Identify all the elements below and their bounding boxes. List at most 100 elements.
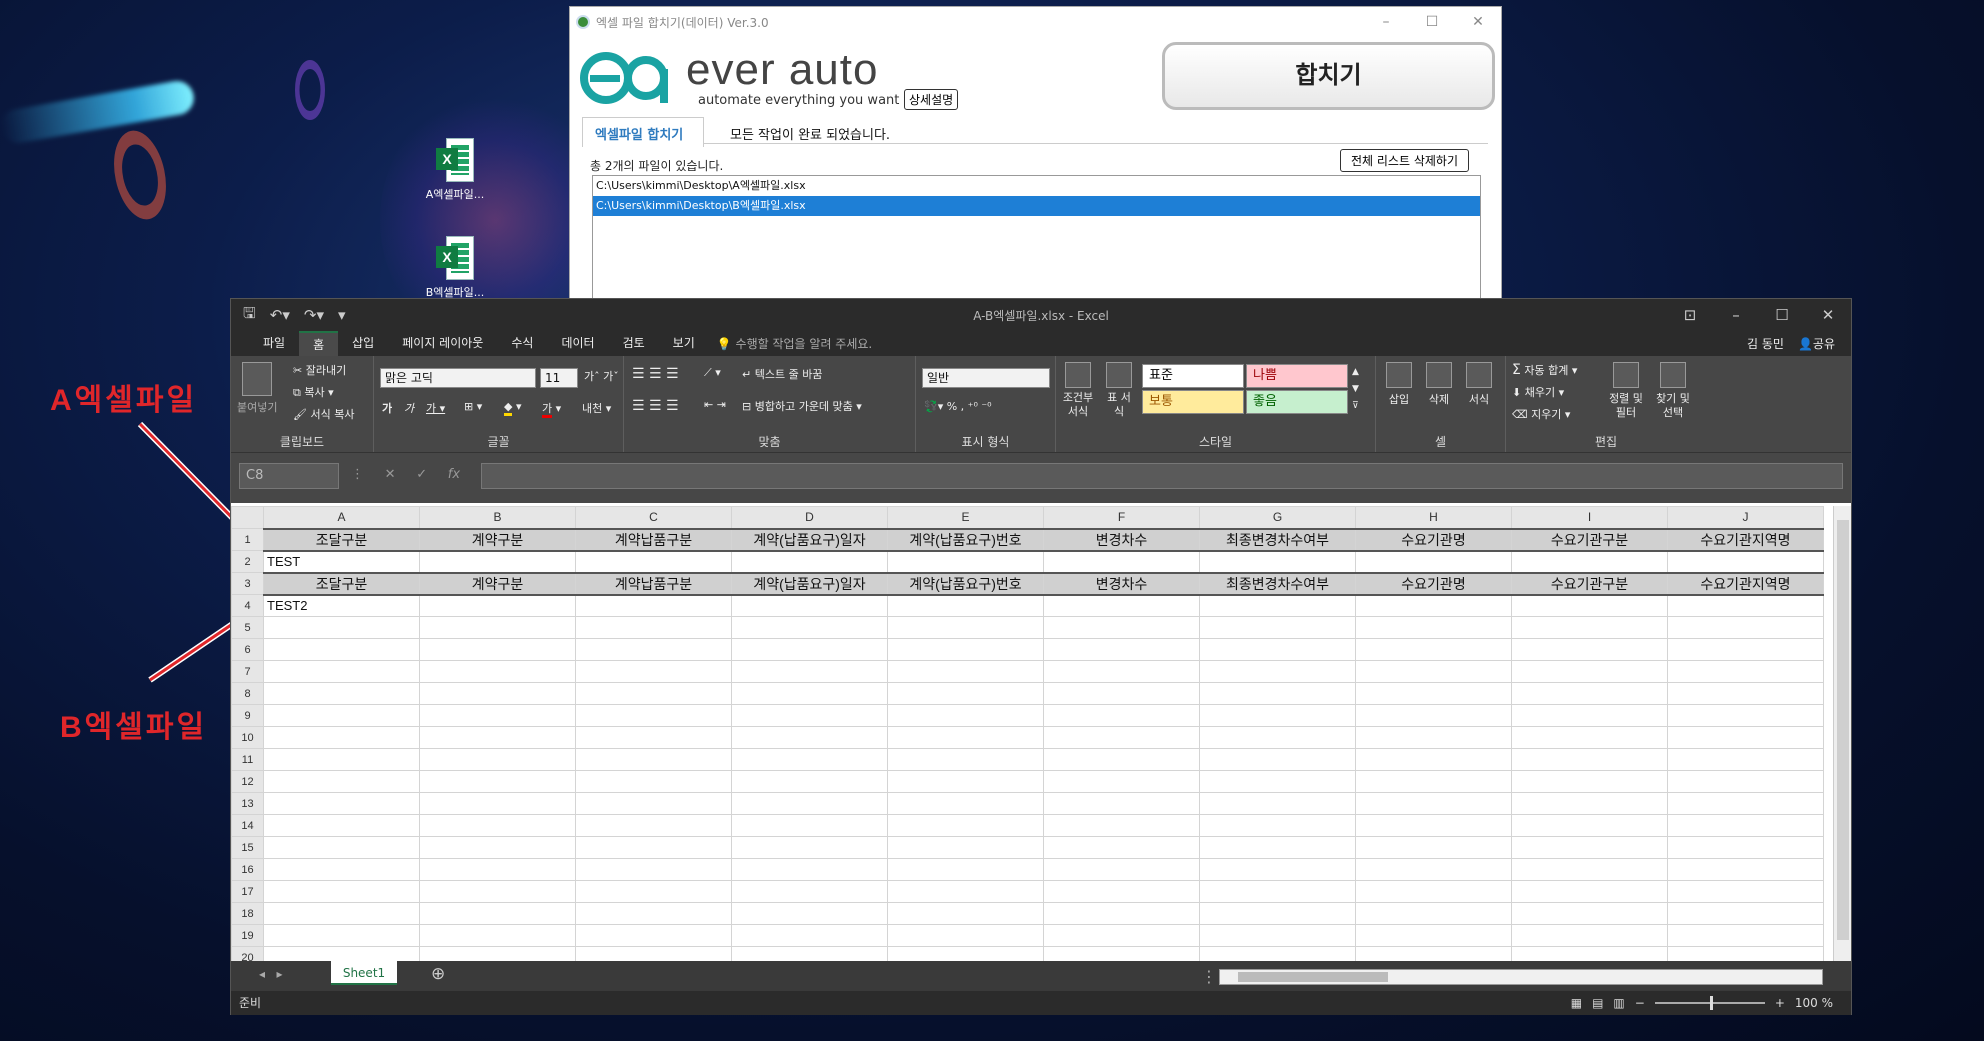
cell[interactable] <box>1043 616 1200 639</box>
cell[interactable] <box>1043 814 1200 837</box>
maximize-icon[interactable]: ☐ <box>1759 306 1805 324</box>
column-header[interactable]: F <box>1043 506 1200 529</box>
minimize-icon[interactable]: – <box>1713 306 1759 324</box>
cell[interactable] <box>575 770 732 793</box>
cell[interactable] <box>1355 814 1512 837</box>
cell[interactable] <box>731 814 888 837</box>
row-header[interactable]: 10 <box>231 726 264 749</box>
cell[interactable] <box>263 770 420 793</box>
cell[interactable] <box>263 616 420 639</box>
row-header[interactable]: 12 <box>231 770 264 793</box>
tab-formulas[interactable]: 수식 <box>497 331 547 356</box>
vertical-scrollbar[interactable] <box>1833 506 1851 961</box>
header-cell[interactable]: 수요기관구분 <box>1511 527 1668 552</box>
tab-data[interactable]: 데이터 <box>547 331 608 356</box>
cell[interactable] <box>731 946 888 961</box>
cell[interactable] <box>263 814 420 837</box>
autosum-button[interactable]: Σ 자동 합계 ▾ <box>1512 362 1577 378</box>
horizontal-align-icons[interactable]: ☰ ☰ ☰ <box>632 398 679 414</box>
cell[interactable] <box>1667 836 1824 859</box>
border-icon[interactable]: ⊞ ▾ <box>464 400 482 413</box>
cell[interactable] <box>575 814 732 837</box>
cell[interactable] <box>419 682 576 705</box>
header-cell[interactable]: 계약구분 <box>419 527 576 552</box>
sheet-tab[interactable]: Sheet1 <box>331 961 397 985</box>
cell[interactable] <box>1199 814 1356 837</box>
header-cell[interactable]: 수요기관지역명 <box>1667 571 1824 596</box>
tab-page-layout[interactable]: 페이지 레이아웃 <box>388 331 497 356</box>
cell[interactable] <box>419 836 576 859</box>
header-cell[interactable]: 계약납품구분 <box>575 571 732 596</box>
cell[interactable] <box>1667 946 1824 961</box>
scroll-thumb[interactable] <box>1238 972 1388 982</box>
cell[interactable] <box>731 550 888 573</box>
cell[interactable] <box>575 858 732 881</box>
redo-icon[interactable]: ↷▾ <box>304 306 324 324</box>
header-cell[interactable]: 수요기관구분 <box>1511 571 1668 596</box>
cell[interactable] <box>887 616 1044 639</box>
cell[interactable] <box>1355 748 1512 771</box>
format-as-table-button[interactable]: 표 서식 <box>1104 362 1134 419</box>
row-header[interactable]: 4 <box>231 594 264 617</box>
row-header[interactable]: 7 <box>231 660 264 683</box>
row-header[interactable]: 16 <box>231 858 264 881</box>
cell[interactable] <box>1511 880 1668 903</box>
cell[interactable] <box>731 924 888 947</box>
cell[interactable] <box>1511 748 1668 771</box>
cell[interactable] <box>575 660 732 683</box>
header-cell[interactable]: 최종변경차수여부 <box>1199 571 1356 596</box>
tab-review[interactable]: 검토 <box>609 331 659 356</box>
cell[interactable] <box>1199 836 1356 859</box>
row-header[interactable]: 19 <box>231 924 264 947</box>
cell[interactable] <box>1043 792 1200 815</box>
cell[interactable] <box>731 748 888 771</box>
cell[interactable] <box>1511 858 1668 881</box>
cell[interactable] <box>1199 880 1356 903</box>
cell[interactable] <box>1667 550 1824 573</box>
cell[interactable] <box>419 924 576 947</box>
cell[interactable] <box>887 550 1044 573</box>
cell[interactable] <box>887 638 1044 661</box>
cell[interactable] <box>575 902 732 925</box>
tell-me-input[interactable]: 💡 수행할 작업을 알려 주세요. <box>717 335 872 352</box>
cell[interactable] <box>887 814 1044 837</box>
cell[interactable] <box>1043 704 1200 727</box>
cell[interactable] <box>887 902 1044 925</box>
cell[interactable] <box>1511 660 1668 683</box>
cell[interactable] <box>1043 594 1200 617</box>
cell[interactable] <box>1667 748 1824 771</box>
fill-color-icon[interactable]: ◆ ▾ <box>504 400 522 416</box>
header-cell[interactable]: 수요기관명 <box>1355 527 1512 552</box>
cell[interactable] <box>887 792 1044 815</box>
cell[interactable] <box>1355 902 1512 925</box>
cell[interactable] <box>887 682 1044 705</box>
italic-icon[interactable]: 가 <box>404 400 414 416</box>
cell[interactable] <box>1511 550 1668 573</box>
cell[interactable] <box>731 836 888 859</box>
cell[interactable] <box>1355 638 1512 661</box>
header-cell[interactable]: 조달구분 <box>263 527 420 552</box>
cell[interactable] <box>419 660 576 683</box>
cell[interactable] <box>1355 946 1512 961</box>
cell[interactable] <box>1355 660 1512 683</box>
cell[interactable] <box>1511 924 1668 947</box>
row-header[interactable]: 14 <box>231 814 264 837</box>
orientation-icon[interactable]: ⟋ ▾ <box>704 366 721 380</box>
add-sheet-icon[interactable]: ⊕ <box>431 964 445 984</box>
share-button[interactable]: 👤공유 <box>1798 335 1835 352</box>
cell[interactable] <box>1199 902 1356 925</box>
cell[interactable] <box>1511 770 1668 793</box>
row-header[interactable]: 1 <box>231 528 264 551</box>
cell[interactable] <box>1667 792 1824 815</box>
normal-view-icon[interactable]: ▦ <box>1571 991 1582 1015</box>
cell[interactable] <box>731 682 888 705</box>
cell[interactable] <box>1199 792 1356 815</box>
header-cell[interactable]: 최종변경차수여부 <box>1199 527 1356 552</box>
font-color-icon[interactable]: 가 ▾ <box>542 400 561 418</box>
clear-button[interactable]: ⌫ 지우기 ▾ <box>1512 406 1570 422</box>
cell[interactable] <box>1355 792 1512 815</box>
cell[interactable] <box>1043 836 1200 859</box>
header-cell[interactable]: 수요기관지역명 <box>1667 527 1824 552</box>
cell[interactable] <box>419 726 576 749</box>
cell[interactable] <box>1667 814 1824 837</box>
